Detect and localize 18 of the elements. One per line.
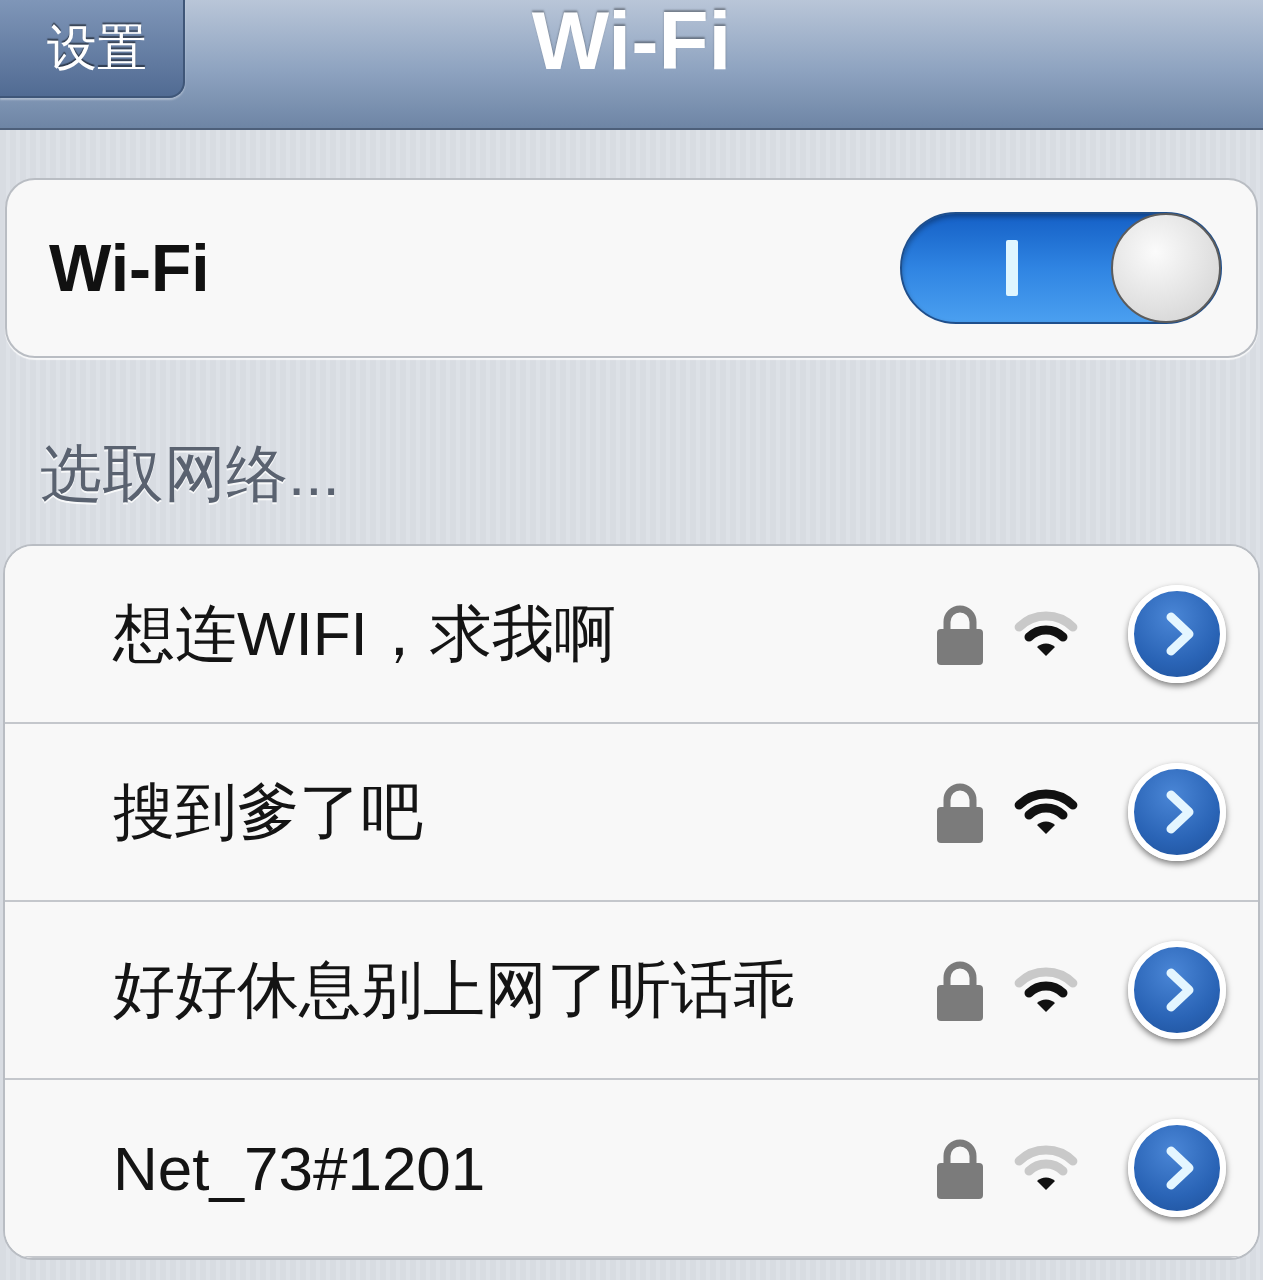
chevron-right-icon [1165, 612, 1195, 656]
chevron-right-icon [1165, 968, 1195, 1012]
network-name: 搜到爹了吧 [113, 776, 423, 848]
detail-button[interactable] [1128, 585, 1226, 683]
network-name: 想连WIFI，求我啊 [113, 598, 616, 670]
navigation-title: Wi-Fi [531, 0, 732, 82]
back-button[interactable]: 设置 [0, 0, 185, 98]
wifi-label: Wi-Fi [49, 230, 210, 306]
section-header: 选取网络... [40, 438, 340, 510]
detail-button[interactable] [1128, 763, 1226, 861]
network-row[interactable]: 想连WIFI，求我啊 [5, 546, 1258, 724]
chevron-right-icon [1165, 1146, 1195, 1190]
network-name: 好好休息别上网了听话乖 [113, 954, 795, 1026]
chevron-right-icon [1165, 790, 1195, 834]
network-name: Net_73#1201 [113, 1132, 486, 1204]
on-indicator-icon [1006, 240, 1018, 296]
detail-button[interactable] [1128, 941, 1226, 1039]
detail-button[interactable] [1128, 1119, 1226, 1217]
